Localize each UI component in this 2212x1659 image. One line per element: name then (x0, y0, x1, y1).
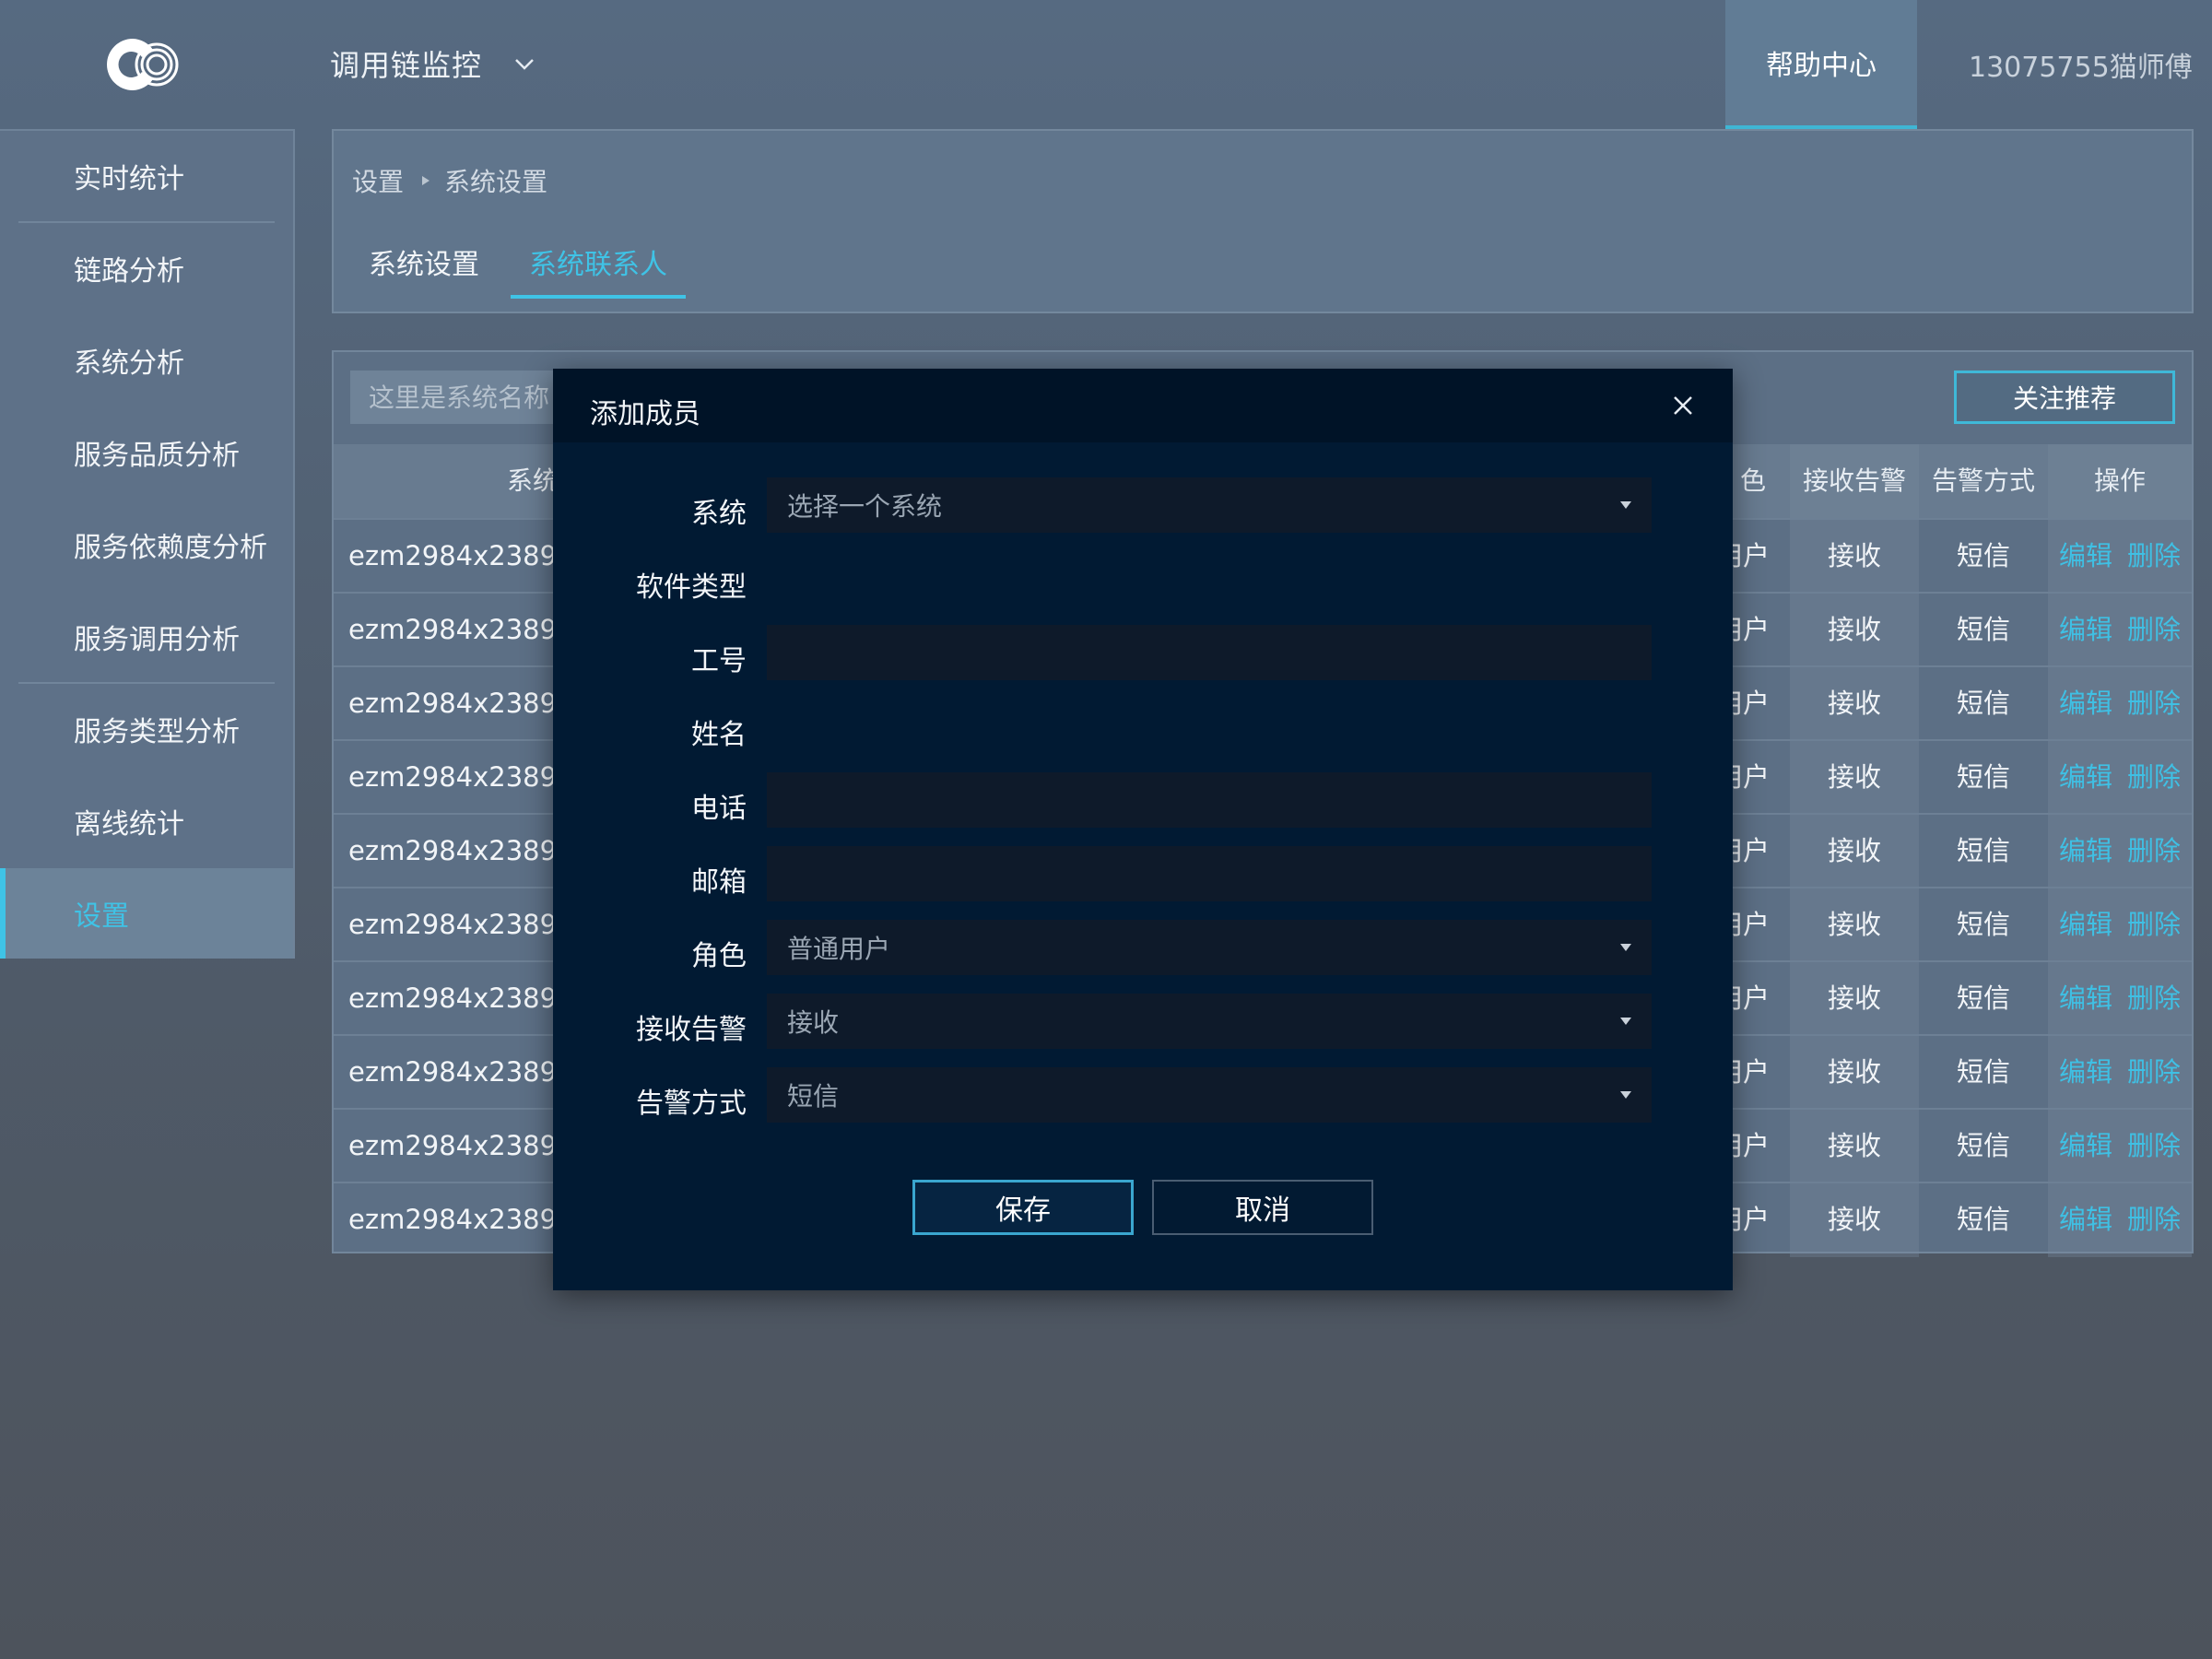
edit-link[interactable]: 编辑 (2048, 1110, 2120, 1183)
sidebar-item-service-quality[interactable]: 服务品质分析 (0, 407, 293, 498)
cell-receive-alert: 接收 (1790, 888, 1919, 962)
cell-alert-method: 短信 (1956, 835, 2010, 866)
email-field[interactable] (767, 846, 1652, 901)
close-icon[interactable] (1670, 393, 1696, 418)
add-member-dialog: 添加成员 系统 选择一个系统 软件类型 工号 姓名 电话 邮箱 角色 普通用户 … (553, 369, 1733, 1290)
receive-alert-select[interactable]: 接收 (767, 994, 1652, 1049)
name-label: 姓名 (691, 719, 747, 751)
help-center-tab[interactable]: 帮助中心 (1725, 0, 1917, 129)
cell-receive-alert: 接收 (1790, 1110, 1919, 1183)
cell-alert-method: 短信 (1956, 540, 2010, 571)
top-header: 调用链监控 帮助中心 13075755猫师傅 (0, 0, 2212, 129)
cell-alert-method: 短信 (1956, 1130, 2010, 1161)
sidebar-item-realtime-stats[interactable]: 实时统计 (0, 131, 293, 221)
cell-alert-method: 短信 (1956, 982, 2010, 1014)
delete-link[interactable]: 删除 (2120, 520, 2192, 594)
sidebar: 实时统计 链路分析 系统分析 服务品质分析 服务依赖度分析 服务调用分析 服务类… (0, 129, 295, 959)
app-title[interactable]: 调用链监控 (330, 42, 482, 85)
cell-alert-method: 短信 (1956, 1204, 2010, 1235)
cancel-button[interactable]: 取消 (1152, 1180, 1373, 1235)
tab-system-contacts[interactable]: 系统联系人 (511, 241, 686, 299)
caret-down-icon (1620, 944, 1631, 951)
tab-system-settings[interactable]: 系统设置 (369, 241, 479, 299)
alert-method-label: 告警方式 (636, 1088, 747, 1120)
logo-icon[interactable] (96, 33, 192, 96)
employee-id-field[interactable] (767, 625, 1652, 680)
edit-link[interactable]: 编辑 (2048, 1036, 2120, 1110)
save-button[interactable]: 保存 (912, 1180, 1134, 1235)
settings-header-panel: 设置 系统设置 系统设置 系统联系人 (332, 129, 2194, 313)
column-header-receive-alert[interactable]: 接收告警 (1790, 444, 1919, 518)
delete-link[interactable]: 删除 (2120, 594, 2192, 667)
dialog-header: 添加成员 (553, 369, 1733, 442)
breadcrumb-current: 系统设置 (444, 167, 548, 197)
cell-receive-alert: 接收 (1790, 1036, 1919, 1110)
cell-alert-method: 短信 (1956, 688, 2010, 719)
column-header-actions: 操作 (2048, 444, 2192, 518)
cell-alert-method: 短信 (1956, 909, 2010, 940)
breadcrumb: 设置 系统设置 (352, 162, 547, 199)
employee-id-label: 工号 (691, 645, 747, 677)
edit-link[interactable]: 编辑 (2048, 667, 2120, 741)
edit-link[interactable]: 编辑 (2048, 594, 2120, 667)
cell-receive-alert: 接收 (1790, 741, 1919, 815)
sidebar-item-offline-stats[interactable]: 离线统计 (0, 776, 293, 866)
edit-link[interactable]: 编辑 (2048, 815, 2120, 888)
cell-receive-alert: 接收 (1790, 962, 1919, 1036)
dialog-title: 添加成员 (590, 398, 700, 430)
chevron-down-icon[interactable] (512, 52, 536, 76)
sidebar-item-trace-analysis[interactable]: 链路分析 (0, 223, 293, 313)
delete-link[interactable]: 删除 (2120, 962, 2192, 1036)
caret-down-icon (1620, 1018, 1631, 1025)
follow-recommend-button[interactable]: 关注推荐 (1954, 371, 2175, 424)
cell-receive-alert: 接收 (1790, 815, 1919, 888)
receive-alert-select-value: 接收 (787, 1007, 840, 1038)
sidebar-item-service-dependency[interactable]: 服务依赖度分析 (0, 500, 293, 590)
sidebar-item-settings[interactable]: 设置 (0, 868, 293, 959)
role-select-value: 普通用户 (787, 934, 891, 964)
role-label: 角色 (691, 940, 747, 972)
delete-link[interactable]: 删除 (2120, 1036, 2192, 1110)
delete-link[interactable]: 删除 (2120, 888, 2192, 962)
caret-down-icon (1620, 1091, 1631, 1099)
breadcrumb-separator-icon (422, 176, 430, 185)
breadcrumb-root[interactable]: 设置 (352, 162, 404, 199)
edit-link[interactable]: 编辑 (2048, 1183, 2120, 1257)
edit-link[interactable]: 编辑 (2048, 888, 2120, 962)
column-header-alert-method[interactable]: 告警方式 (1919, 444, 2048, 518)
cell-alert-method: 短信 (1956, 761, 2010, 793)
system-select-placeholder: 选择一个系统 (787, 491, 943, 522)
sidebar-item-service-type[interactable]: 服务类型分析 (0, 684, 293, 774)
cell-alert-method: 短信 (1956, 1056, 2010, 1088)
cell-receive-alert: 接收 (1790, 594, 1919, 667)
cell-alert-method: 短信 (1956, 614, 2010, 645)
system-label: 系统 (691, 498, 747, 530)
role-select[interactable]: 普通用户 (767, 920, 1652, 975)
edit-link[interactable]: 编辑 (2048, 741, 2120, 815)
user-name[interactable]: 13075755猫师傅 (1969, 44, 2193, 85)
delete-link[interactable]: 删除 (2120, 1110, 2192, 1183)
alert-method-select[interactable]: 短信 (767, 1067, 1652, 1123)
cell-receive-alert: 接收 (1790, 1183, 1919, 1257)
delete-link[interactable]: 删除 (2120, 667, 2192, 741)
email-label: 邮箱 (691, 866, 747, 899)
sidebar-item-service-calls[interactable]: 服务调用分析 (0, 592, 293, 682)
system-select[interactable]: 选择一个系统 (767, 477, 1652, 533)
edit-link[interactable]: 编辑 (2048, 520, 2120, 594)
software-type-label: 软件类型 (636, 571, 747, 604)
caret-down-icon (1620, 501, 1631, 509)
alert-method-select-value: 短信 (787, 1081, 840, 1112)
sidebar-item-system-analysis[interactable]: 系统分析 (0, 315, 293, 406)
delete-link[interactable]: 删除 (2120, 1183, 2192, 1257)
edit-link[interactable]: 编辑 (2048, 962, 2120, 1036)
cell-receive-alert: 接收 (1790, 520, 1919, 594)
receive-alert-label: 接收告警 (636, 1014, 747, 1046)
cell-receive-alert: 接收 (1790, 667, 1919, 741)
phone-field[interactable] (767, 772, 1652, 828)
phone-label: 电话 (691, 793, 747, 825)
delete-link[interactable]: 删除 (2120, 815, 2192, 888)
delete-link[interactable]: 删除 (2120, 741, 2192, 815)
